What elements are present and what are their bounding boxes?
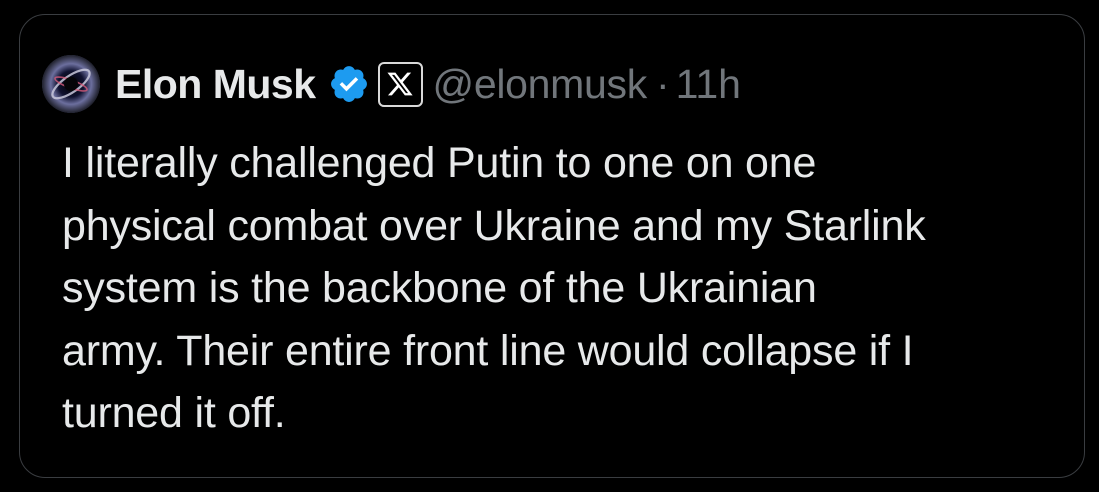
avatar-image-icon xyxy=(42,55,100,113)
verified-badge-icon[interactable] xyxy=(328,63,370,105)
x-logo-icon xyxy=(387,72,413,96)
avatar[interactable] xyxy=(42,55,100,113)
tweet-header: Elon Musk @elonmusk · 11h xyxy=(42,47,741,121)
author-name[interactable]: Elon Musk xyxy=(115,61,316,108)
tweet-timestamp[interactable]: 11h xyxy=(676,61,741,108)
tweet-text: I literally challenged Putin to one on o… xyxy=(62,139,926,437)
x-affiliate-badge[interactable] xyxy=(377,61,423,107)
separator-dot: · xyxy=(655,60,670,107)
author-handle[interactable]: @elonmusk xyxy=(433,61,648,108)
